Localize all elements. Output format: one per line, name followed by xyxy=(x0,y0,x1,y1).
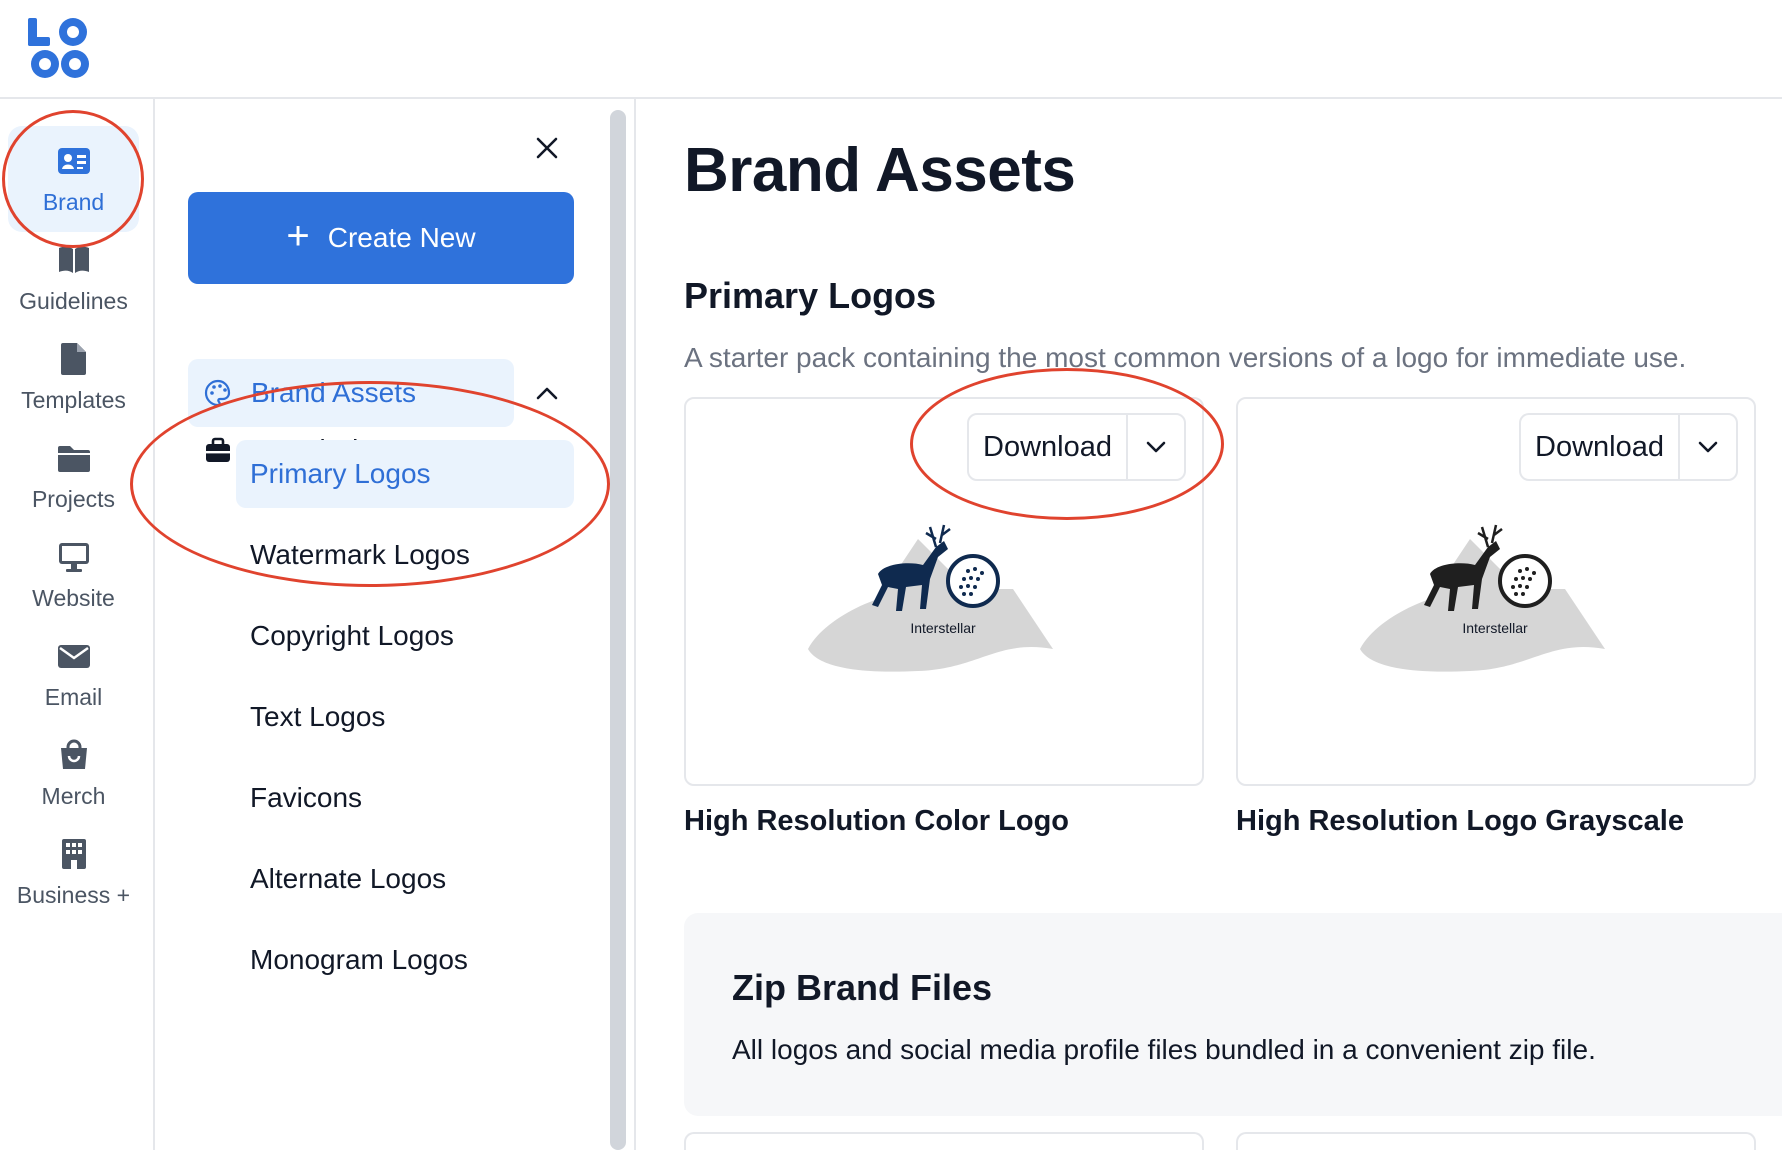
rail-label: Business + xyxy=(16,881,131,908)
subnav-item-alternate-logos[interactable]: Alternate Logos xyxy=(236,845,574,913)
zip-description: All logos and social media profile files… xyxy=(732,1034,1596,1065)
briefcase-icon xyxy=(206,437,230,462)
file-icon xyxy=(60,342,86,375)
download-split-button: Download xyxy=(967,413,1186,481)
envelope-icon xyxy=(57,644,90,668)
rail-label: Brand xyxy=(42,188,105,215)
close-icon xyxy=(536,137,558,159)
folder-icon xyxy=(57,445,90,472)
left-rail: Brand Guidelines Templates Projects Webs… xyxy=(0,99,155,1150)
page-title: Brand Assets xyxy=(684,136,1076,205)
chevron-down-icon xyxy=(1146,441,1166,453)
logo-preview-color: Interstellar xyxy=(808,524,1053,672)
chevron-up-icon[interactable] xyxy=(530,376,564,410)
rail-item-projects[interactable]: Projects xyxy=(8,423,139,529)
subnav-label: Watermark Logos xyxy=(250,539,470,570)
subnav-label: Monogram Logos xyxy=(250,944,468,975)
next-card[interactable] xyxy=(1236,1132,1756,1150)
logo-card-grayscale[interactable]: Download Interstellar xyxy=(1236,397,1756,786)
close-panel-button[interactable] xyxy=(530,131,564,165)
download-button[interactable]: Download xyxy=(1521,415,1680,479)
subnav-item-watermark-logos[interactable]: Watermark Logos xyxy=(236,521,574,589)
nav-brand-assets[interactable]: Brand Assets xyxy=(188,359,514,427)
rail-label: Merch xyxy=(41,782,106,809)
card-label: High Resolution Color Logo xyxy=(684,805,1070,837)
rail-item-brand[interactable]: Brand xyxy=(8,126,139,232)
subnav-item-copyright-logos[interactable]: Copyright Logos xyxy=(236,602,574,670)
sub-panel: + Create New Brand Kit Brand Assets Prim… xyxy=(155,99,610,1150)
plus-icon: + xyxy=(286,214,310,258)
rail-label: Guidelines xyxy=(19,287,128,314)
logo[interactable] xyxy=(26,16,92,82)
logo-preview-grayscale: Interstellar xyxy=(1360,524,1605,672)
subnav-item-monogram-logos[interactable]: Monogram Logos xyxy=(236,926,574,994)
nav-label: Brand Assets xyxy=(251,377,416,408)
create-new-label: Create New xyxy=(327,222,476,253)
rail-item-guidelines[interactable]: Guidelines xyxy=(8,225,139,331)
subnav-item-text-logos[interactable]: Text Logos xyxy=(236,683,574,751)
building-icon xyxy=(61,838,86,869)
logo-card-color[interactable]: Download Interstellar xyxy=(684,397,1204,786)
rail-item-email[interactable]: Email xyxy=(8,621,139,727)
rail-item-templates[interactable]: Templates xyxy=(8,324,139,430)
palette-icon xyxy=(204,379,231,407)
subnav-item-favicons[interactable]: Favicons xyxy=(236,764,574,832)
panel-scrollbar[interactable] xyxy=(610,110,626,1150)
book-icon xyxy=(58,246,89,273)
subnav-label: Alternate Logos xyxy=(250,863,447,894)
section-title: Primary Logos xyxy=(684,275,937,316)
rail-label: Website xyxy=(32,584,115,611)
download-button[interactable]: Download xyxy=(969,415,1128,479)
download-options-button[interactable] xyxy=(1680,415,1736,479)
download-options-button[interactable] xyxy=(1128,415,1184,479)
subnav-item-primary-logos[interactable]: Primary Logos xyxy=(236,440,574,508)
top-bar xyxy=(0,0,1782,99)
main-content: Brand Assets Primary Logos A starter pac… xyxy=(636,99,1782,1150)
section-description: A starter pack containing the most commo… xyxy=(684,342,1687,373)
subnav-label: Text Logos xyxy=(250,701,386,732)
rail-label: Email xyxy=(44,683,103,710)
id-card-icon xyxy=(57,147,90,174)
create-new-button[interactable]: + Create New xyxy=(188,192,574,284)
shopping-bag-icon xyxy=(60,739,87,769)
rail-item-merch[interactable]: Merch xyxy=(8,720,139,826)
logo-wordmark: Interstellar xyxy=(910,620,976,636)
rail-item-website[interactable]: Website xyxy=(8,522,139,628)
monitor-icon xyxy=(58,542,89,572)
subnav-label: Favicons xyxy=(250,782,363,813)
subnav-label: Primary Logos xyxy=(250,458,431,489)
next-card[interactable] xyxy=(684,1132,1204,1150)
rail-item-business[interactable]: Business + xyxy=(8,819,139,925)
card-label: High Resolution Logo Grayscale xyxy=(1236,805,1684,837)
zip-brand-files-panel: Zip Brand Files All logos and social med… xyxy=(684,913,1782,1116)
subnav-label: Copyright Logos xyxy=(250,620,454,651)
logo-wordmark: Interstellar xyxy=(1462,620,1528,636)
zip-title: Zip Brand Files xyxy=(732,967,993,1008)
download-split-button: Download xyxy=(1519,413,1738,481)
rail-label: Templates xyxy=(21,386,126,413)
rail-label: Projects xyxy=(31,485,116,512)
chevron-down-icon xyxy=(1698,441,1718,453)
